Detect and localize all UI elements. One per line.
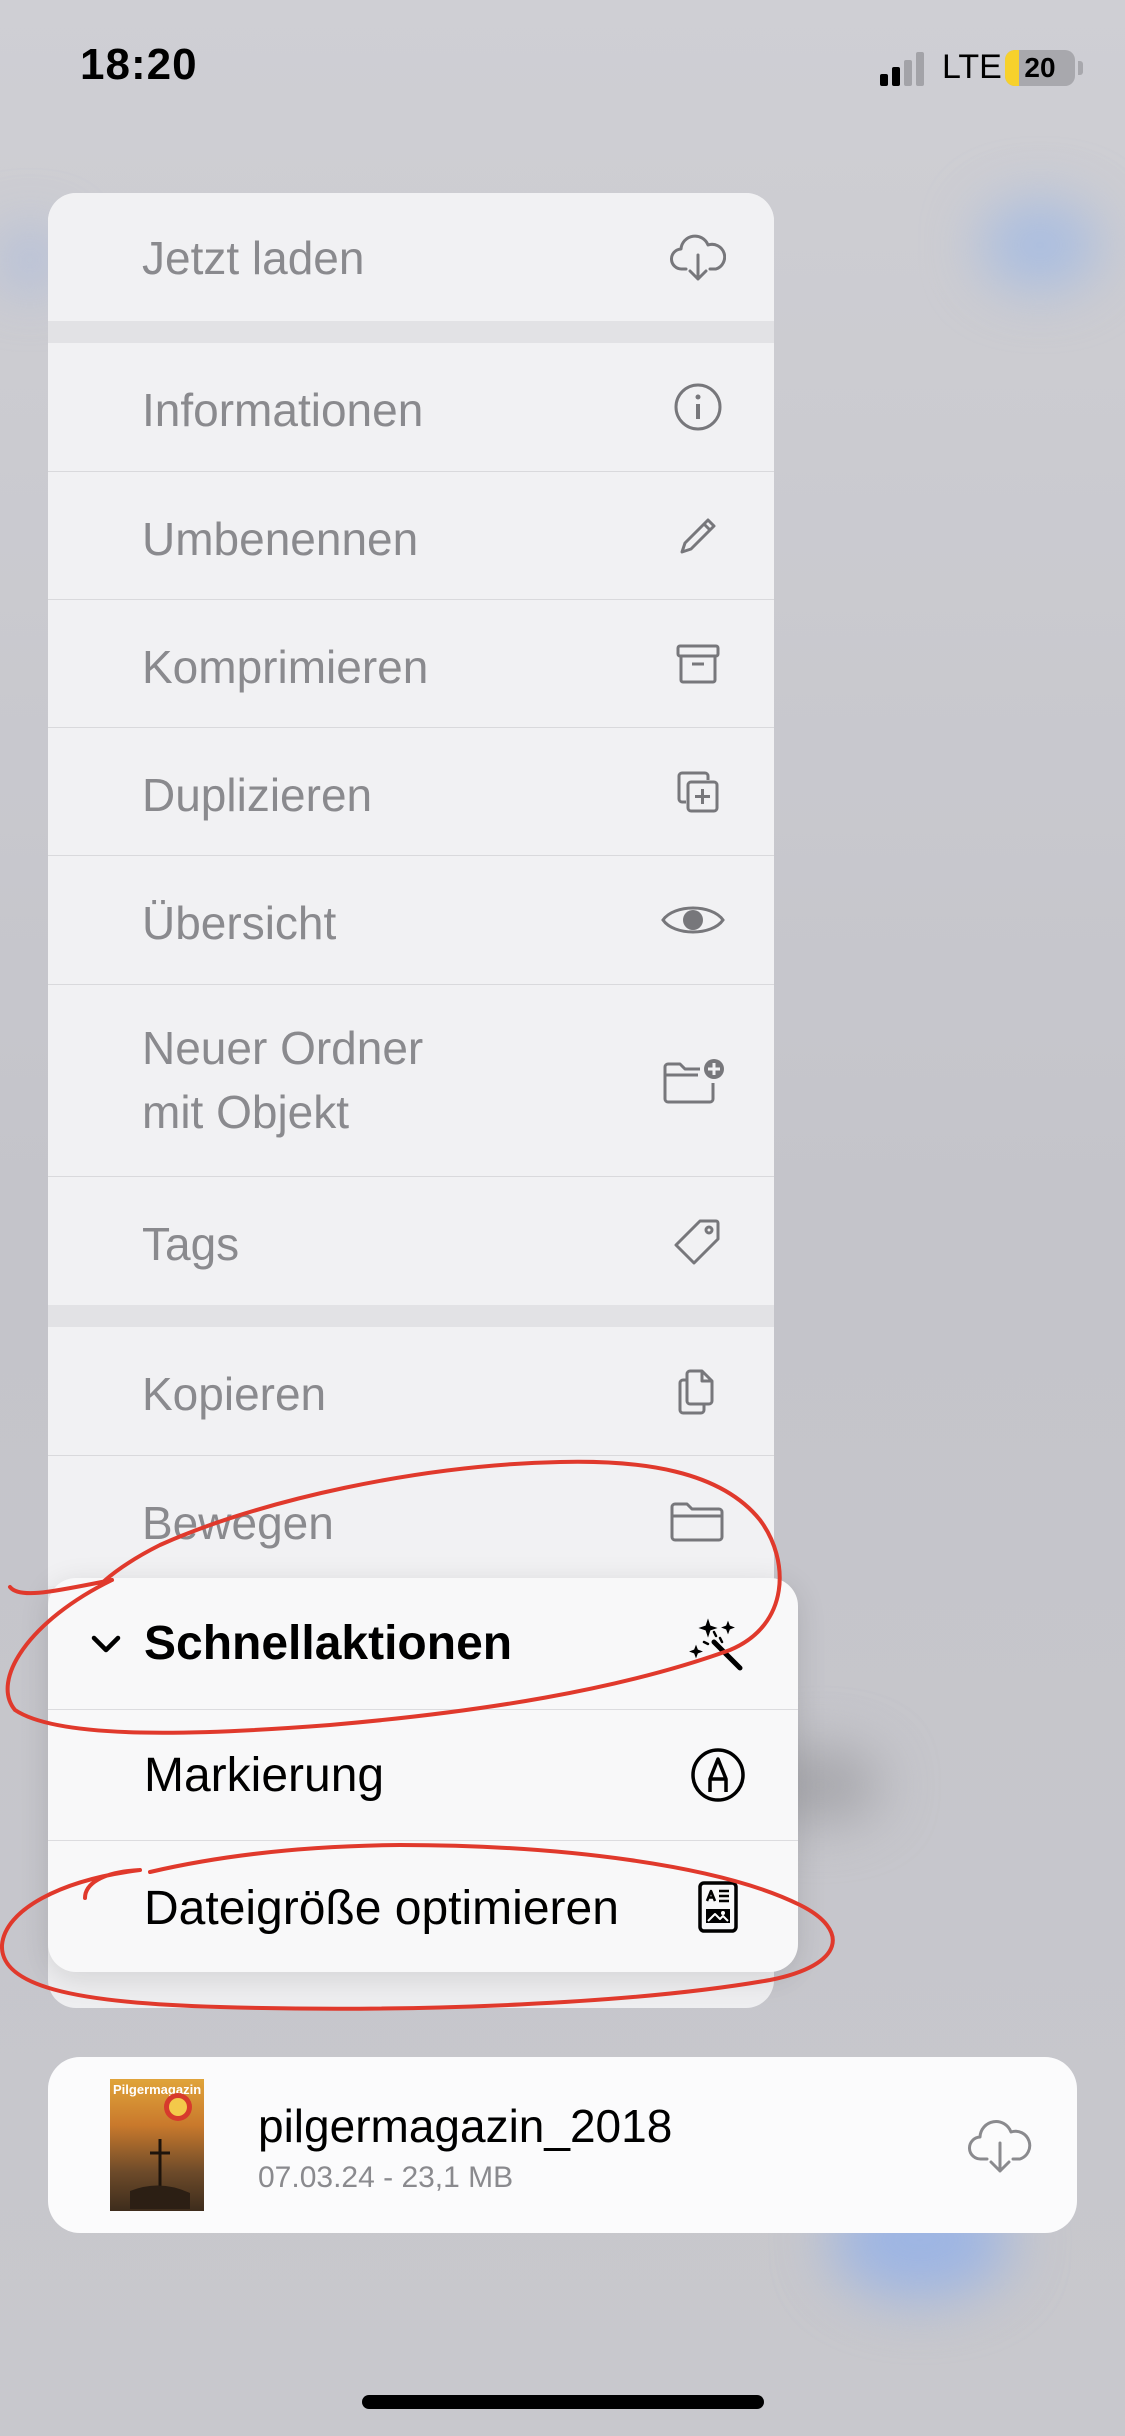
cloud-download-icon[interactable] — [967, 2115, 1033, 2175]
markup-icon — [691, 1748, 745, 1802]
copy-icon — [678, 1369, 714, 1415]
optimize-file-icon — [698, 1880, 738, 1933]
network-type: LTE — [942, 48, 1002, 86]
quick-actions-submenu: Schnellaktionen Markierung Dateigröße op… — [48, 1578, 798, 1972]
duplicate-icon — [677, 771, 719, 812]
quick-action-label: Markierung — [144, 1749, 385, 1802]
menu-item-tags[interactable]: Tags — [48, 1177, 774, 1305]
file-meta: 07.03.24 - 23,1 MB — [258, 2161, 514, 2194]
eye-icon — [661, 906, 725, 934]
thumbnail-badge — [164, 2093, 192, 2121]
menu-separator — [48, 321, 774, 343]
file-thumbnail: Pilgermagazin — [110, 2079, 204, 2211]
status-time: 18:20 — [80, 40, 198, 89]
menu-item-load-now[interactable]: Jetzt laden — [48, 193, 774, 321]
menu-item-info[interactable]: Informationen — [48, 343, 774, 472]
magic-wand-icon — [689, 1617, 743, 1670]
menu-item-label: Komprimieren — [142, 641, 429, 693]
menu-separator — [48, 1305, 774, 1327]
quick-action-markup[interactable]: Markierung — [48, 1710, 798, 1841]
menu-item-copy[interactable]: Kopieren — [48, 1327, 774, 1456]
quick-action-optimize-file-size[interactable]: Dateigröße optimieren — [48, 1841, 798, 1972]
home-indicator — [362, 2395, 764, 2409]
pencil-icon — [680, 518, 716, 553]
menu-item-rename[interactable]: Umbenennen — [48, 472, 774, 600]
menu-item-move[interactable]: Bewegen — [48, 1456, 774, 1586]
menu-item-compress[interactable]: Komprimieren — [48, 600, 774, 728]
file-preview-card[interactable]: Pilgermagazin pilgermagazin_2018 07.03.2… — [48, 2057, 1077, 2233]
cellular-signal-icon — [880, 52, 924, 86]
battery-tip — [1078, 61, 1083, 75]
chevron-down-icon — [91, 1635, 121, 1653]
menu-item-label: Jetzt laden — [142, 232, 365, 284]
battery-level: 20 — [1024, 52, 1056, 83]
menu-item-label: Umbenennen — [142, 513, 419, 565]
file-name: pilgermagazin_2018 — [258, 2100, 673, 2152]
blurred-blob — [980, 200, 1100, 290]
battery-icon: 20 — [1005, 50, 1075, 86]
menu-item-overview[interactable]: Übersicht — [48, 856, 774, 985]
menu-item-label: Übersicht — [142, 897, 337, 949]
quick-actions-header[interactable]: Schnellaktionen — [48, 1578, 798, 1710]
quick-actions-title: Schnellaktionen — [144, 1617, 513, 1670]
menu-item-label-line1: Neuer Ordner — [142, 1022, 424, 1074]
menu-item-label: Duplizieren — [142, 769, 373, 821]
folder-add-icon — [663, 1058, 724, 1103]
menu-item-duplicate[interactable]: Duplizieren — [48, 728, 774, 856]
menu-item-new-folder-with-item[interactable]: Neuer Ordner mit Objekt — [48, 985, 774, 1177]
thumbnail-cross-silhouette — [130, 2139, 190, 2209]
menu-item-label: Tags — [142, 1218, 240, 1270]
archive-box-icon — [676, 644, 720, 683]
menu-item-label-line2: mit Objekt — [142, 1086, 350, 1138]
info-icon — [674, 383, 722, 431]
quick-action-label: Dateigröße optimieren — [144, 1882, 619, 1935]
cloud-download-icon — [670, 234, 726, 281]
folder-icon — [670, 1502, 724, 1542]
menu-item-label: Kopieren — [142, 1368, 327, 1420]
menu-item-label: Informationen — [142, 384, 424, 436]
menu-item-label: Bewegen — [142, 1497, 334, 1549]
tag-icon — [674, 1219, 720, 1265]
